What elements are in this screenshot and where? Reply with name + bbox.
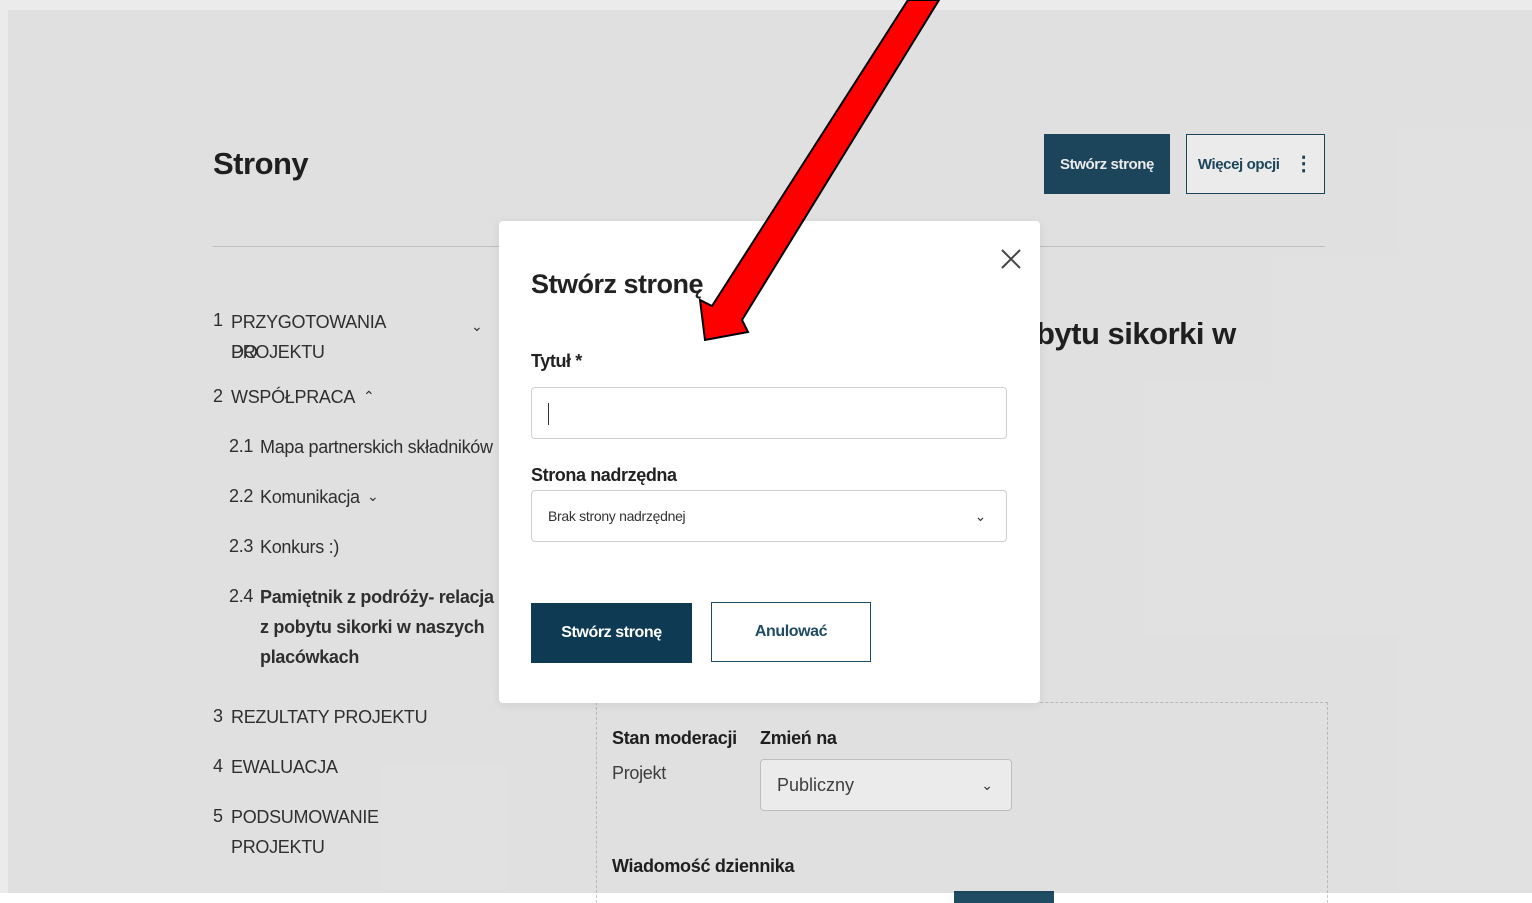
create-page-dialog: Stwórz stronę Tytuł * Strona nadrzędna B… bbox=[499, 221, 1040, 703]
parent-select-value: Brak strony nadrzędnej bbox=[548, 508, 686, 524]
text-caret bbox=[548, 403, 549, 425]
parent-page-label: Strona nadrzędna bbox=[531, 465, 677, 485]
cancel-button[interactable]: Anulować bbox=[711, 602, 871, 662]
dialog-title: Stwórz stronę bbox=[531, 269, 704, 299]
title-field-label: Tytuł * bbox=[531, 351, 582, 371]
create-page-submit-button[interactable]: Stwórz stronę bbox=[531, 603, 692, 663]
parent-page-select[interactable]: Brak strony nadrzędnej ⌄ bbox=[531, 490, 1007, 542]
close-icon[interactable] bbox=[999, 247, 1023, 271]
chevron-down-icon: ⌄ bbox=[974, 507, 987, 524]
title-input[interactable] bbox=[531, 387, 1007, 439]
